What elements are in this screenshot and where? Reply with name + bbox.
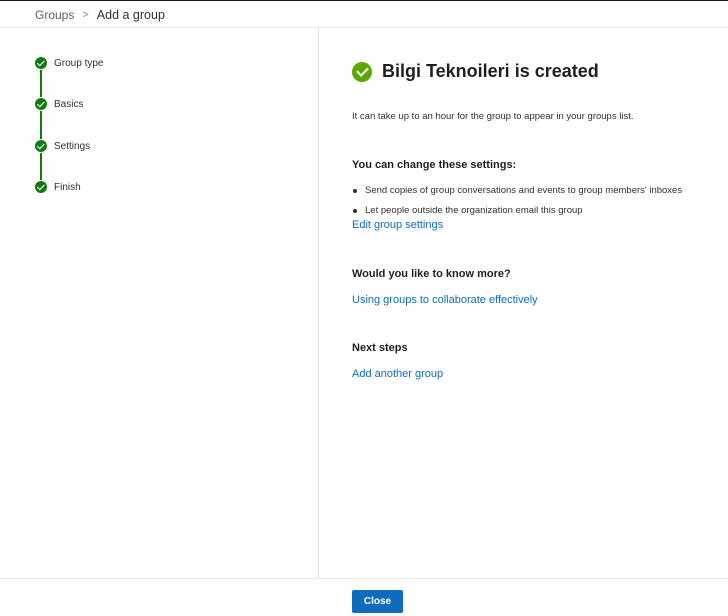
info-text: It can take up to an hour for the group … xyxy=(352,111,634,122)
footer-divider xyxy=(0,578,728,579)
close-button[interactable]: Close xyxy=(352,590,403,613)
page-title-row: Bilgi Teknoileri is created xyxy=(352,61,599,82)
step-connector xyxy=(40,153,42,180)
breadcrumb-groups-link[interactable]: Groups xyxy=(35,8,74,22)
wizard-steps-pane xyxy=(0,28,318,578)
add-another-group-link[interactable]: Add another group xyxy=(352,368,443,380)
step-label: Finish xyxy=(54,181,81,193)
step-finish: Finish xyxy=(35,181,81,193)
list-item: Send copies of group conversations and e… xyxy=(352,181,682,201)
step-connector xyxy=(40,70,42,97)
checkmark-circle-icon xyxy=(35,181,47,193)
top-border xyxy=(0,0,728,1)
step-label: Basics xyxy=(54,98,84,110)
checkmark-circle-icon xyxy=(35,57,47,69)
checkmark-circle-icon xyxy=(35,140,47,152)
step-group-type: Group type xyxy=(35,57,103,69)
step-label: Group type xyxy=(54,57,104,69)
collaborate-link[interactable]: Using groups to collaborate effectively xyxy=(352,294,538,306)
breadcrumb-current: Add a group xyxy=(96,8,165,22)
learn-more-heading: Would you like to know more? xyxy=(352,268,511,280)
step-settings: Settings xyxy=(35,140,90,152)
step-label: Settings xyxy=(54,140,91,152)
step-basics: Basics xyxy=(35,98,83,110)
next-steps-heading: Next steps xyxy=(352,342,408,354)
checkmark-circle-icon xyxy=(352,61,372,82)
checkmark-circle-icon xyxy=(35,98,47,110)
page-title: Bilgi Teknoileri is created xyxy=(382,61,599,81)
chevron-right-icon: > xyxy=(82,9,89,21)
list-item: Let people outside the organization emai… xyxy=(352,201,682,221)
step-connector xyxy=(40,111,42,139)
settings-list: Send copies of group conversations and e… xyxy=(352,181,682,221)
pane-divider xyxy=(318,28,319,578)
settings-heading: You can change these settings: xyxy=(352,159,517,171)
edit-group-settings-link[interactable]: Edit group settings xyxy=(352,219,443,231)
breadcrumb: Groups > Add a group xyxy=(35,6,165,24)
